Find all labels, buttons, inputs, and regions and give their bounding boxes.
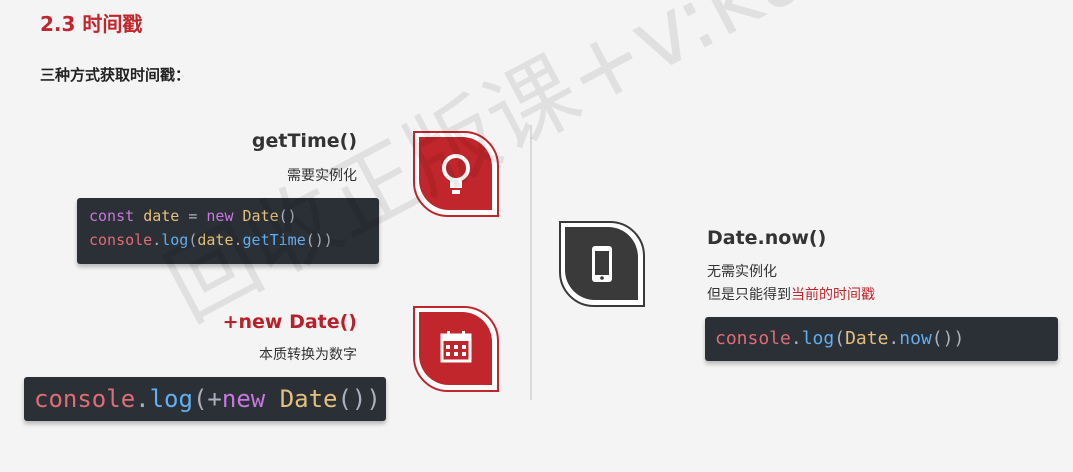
mobile-phone-icon bbox=[559, 221, 645, 307]
gettime-code-block: const date = new Date() console.log(date.… bbox=[77, 198, 379, 264]
code-keyword: new bbox=[206, 207, 234, 225]
datenow-method-title: Date.now() bbox=[707, 227, 827, 249]
code-function: log bbox=[161, 231, 189, 249]
datenow-code-block: console.log(Date.now()) bbox=[705, 317, 1058, 361]
code-function: log bbox=[801, 328, 835, 349]
gettime-leaf-badge bbox=[412, 130, 500, 218]
code-line-2: console.log(date.getTime()) bbox=[89, 228, 379, 252]
newdate-code-block: console.log(+new Date()) bbox=[24, 377, 386, 421]
section-title: 2.3 时间戳 bbox=[40, 12, 143, 36]
datenow-description-2: 但是只能得到当前的时间戳 bbox=[707, 284, 875, 304]
newdate-leaf-badge bbox=[412, 305, 500, 393]
slide-subtitle: 三种方式获取时间戳： bbox=[40, 66, 191, 84]
code-punct: ()) bbox=[931, 328, 965, 349]
code-punct: . bbox=[790, 328, 802, 349]
code-keyword: const bbox=[89, 207, 135, 225]
code-punct: (+ bbox=[192, 385, 222, 413]
gettime-description: 需要实例化 bbox=[287, 168, 357, 184]
code-class: Date bbox=[242, 207, 279, 225]
datenow-desc-prefix: 但是只能得到 bbox=[707, 287, 791, 303]
newdate-description: 本质转换为数字 bbox=[259, 347, 357, 363]
gettime-method-title: getTime() bbox=[251, 130, 357, 152]
code-function: getTime bbox=[242, 231, 306, 249]
code-object: console bbox=[89, 231, 153, 249]
newdate-method-title: +new Date() bbox=[222, 311, 357, 333]
code-keyword: new bbox=[221, 385, 266, 413]
code-function: now bbox=[899, 328, 932, 349]
center-divider bbox=[530, 125, 532, 400]
lightbulb-icon bbox=[413, 131, 499, 217]
code-variable: date bbox=[197, 231, 234, 249]
code-class: Date bbox=[845, 328, 889, 349]
code-line-1: const date = new Date() bbox=[89, 204, 379, 228]
calendar-icon bbox=[413, 306, 499, 392]
code-punct: . bbox=[233, 231, 243, 249]
datenow-description-1: 无需实例化 bbox=[707, 264, 777, 280]
code-punct: . bbox=[135, 385, 150, 413]
code-object: console bbox=[715, 328, 791, 349]
datenow-leaf-badge bbox=[558, 220, 646, 308]
code-punct: ( bbox=[834, 328, 846, 349]
code-punct: ()) bbox=[305, 231, 333, 249]
code-function: log bbox=[149, 385, 193, 413]
code-class: Date bbox=[279, 385, 338, 413]
code-object: console bbox=[34, 385, 136, 413]
datenow-desc-highlight: 当前的时间戳 bbox=[791, 287, 875, 303]
code-punct: () bbox=[278, 207, 297, 225]
code-punct: . bbox=[152, 231, 162, 249]
code-operator: = bbox=[188, 207, 198, 225]
code-variable: date bbox=[143, 207, 180, 225]
code-punct: ()) bbox=[337, 385, 381, 413]
code-punct: . bbox=[888, 328, 900, 349]
